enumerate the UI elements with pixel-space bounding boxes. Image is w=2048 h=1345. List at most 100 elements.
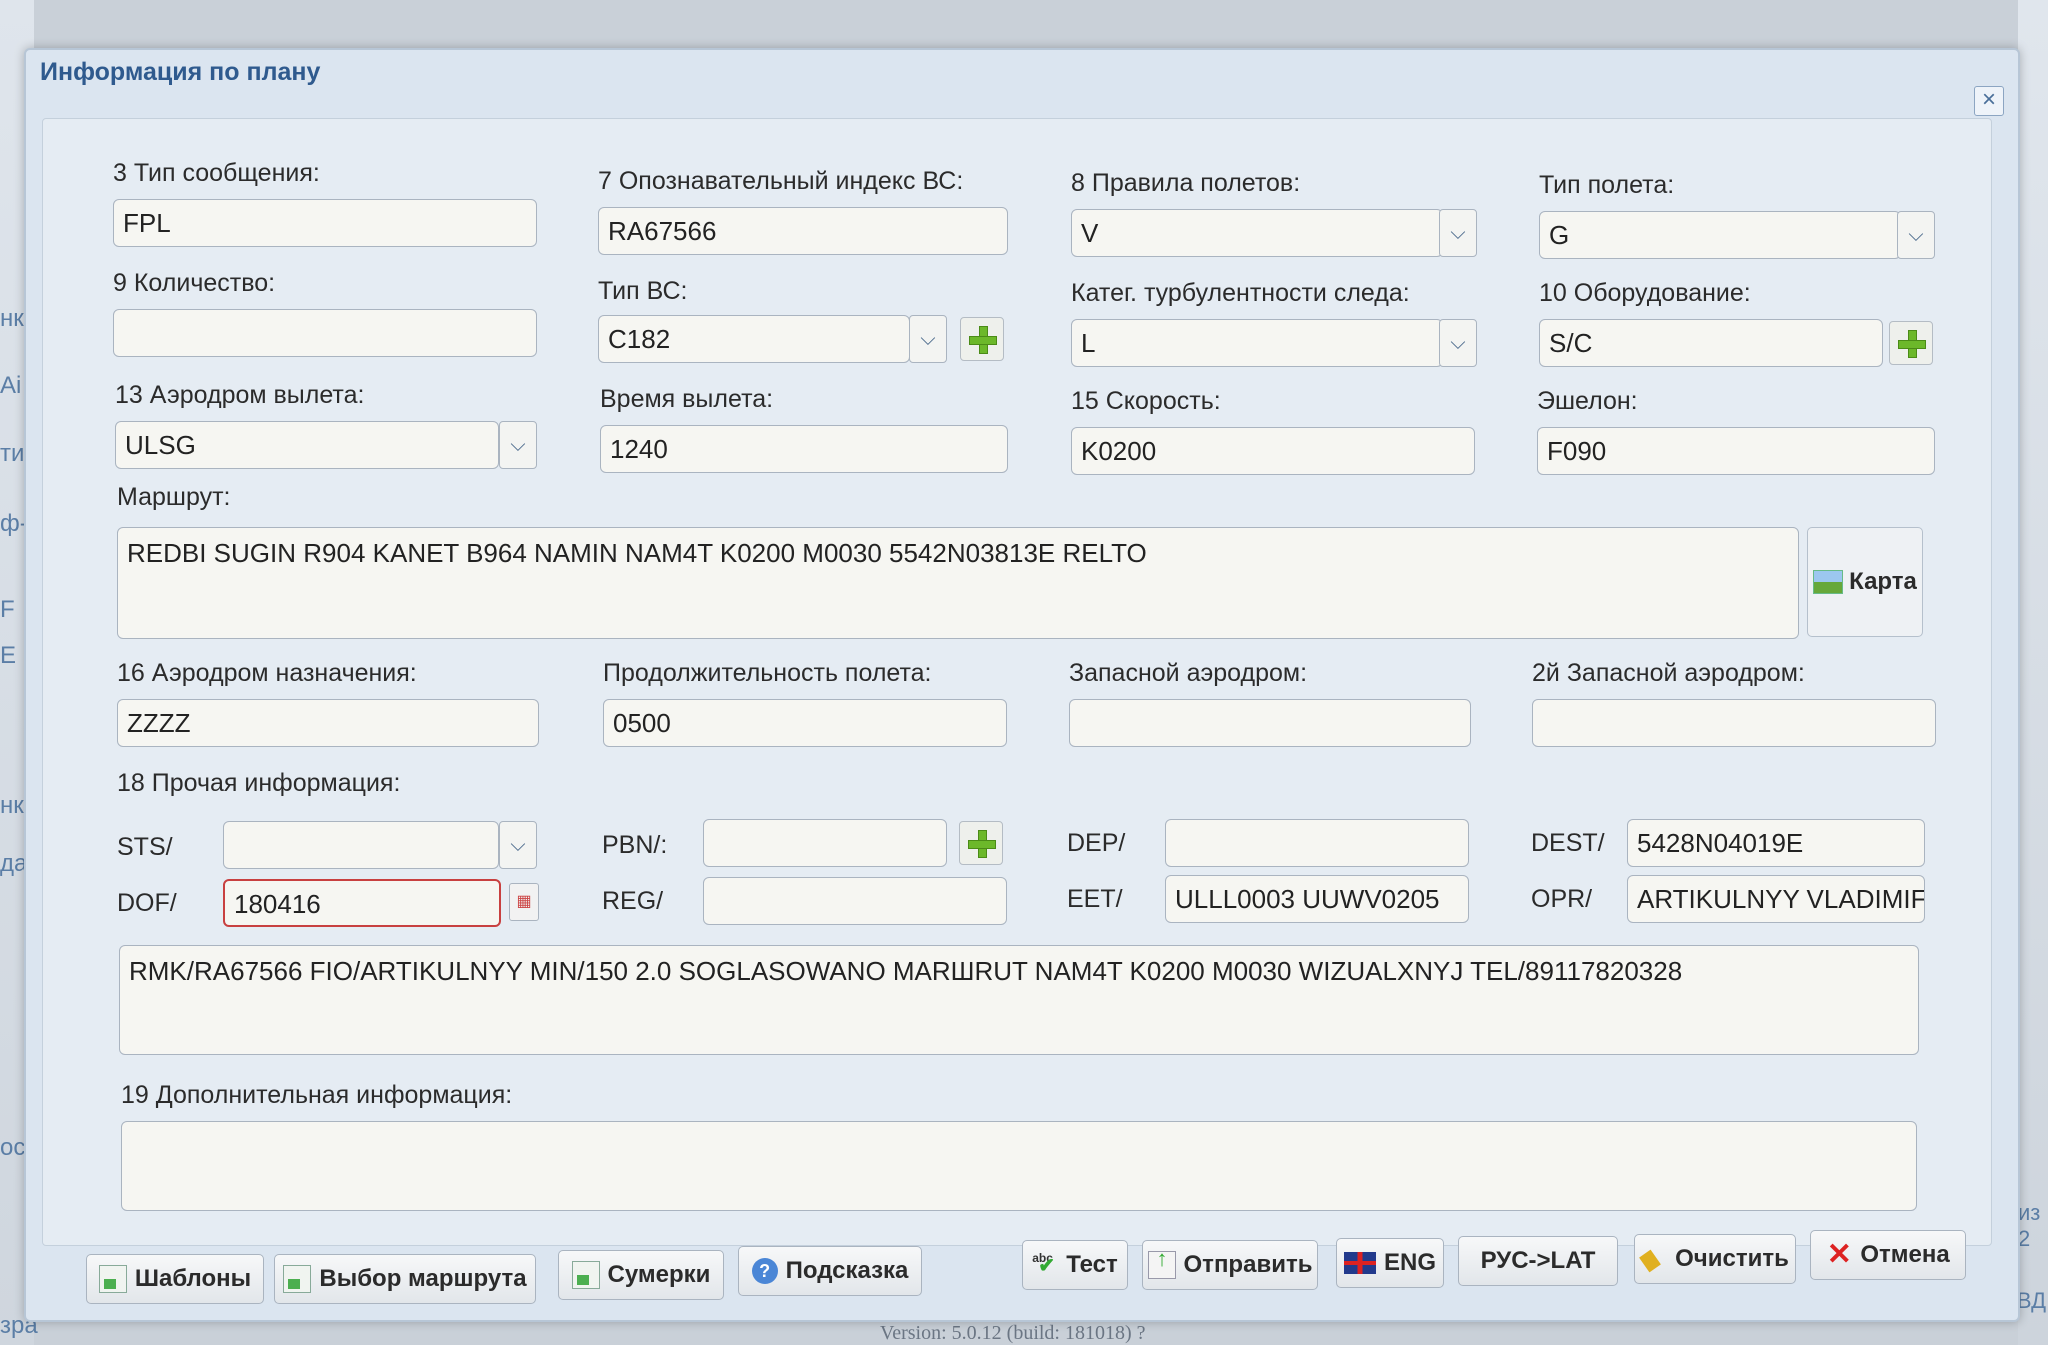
calendar-icon[interactable]: ▦ xyxy=(509,883,539,921)
rus-lat-button[interactable]: РУС->LAT xyxy=(1458,1236,1618,1286)
bg-fragment: E xyxy=(0,642,17,669)
dialog-title: Информация по плану xyxy=(40,58,321,86)
chevron-down-icon[interactable]: ⌵ xyxy=(1897,211,1935,259)
flight-type-select[interactable]: G xyxy=(1539,211,1901,259)
alt-aerodrome-label: Запасной аэродром: xyxy=(1069,659,1308,687)
chevron-down-icon[interactable]: ⌵ xyxy=(499,821,537,869)
count-label: 9 Количество: xyxy=(113,269,276,297)
templates-button[interactable]: Шаблоны xyxy=(86,1254,264,1304)
send-button-label: Отправить xyxy=(1183,1251,1313,1278)
map-button-label: Карта xyxy=(1849,568,1917,595)
dep-time-label: Время вылета: xyxy=(600,385,774,413)
add-aircraft-type-button[interactable] xyxy=(960,317,1004,361)
test-button[interactable]: abc Тест xyxy=(1022,1240,1128,1290)
callsign-field[interactable]: RA67566 xyxy=(598,207,1008,255)
chevron-down-icon[interactable]: ⌵ xyxy=(909,315,947,363)
duration-field[interactable]: 0500 xyxy=(603,699,1007,747)
rmk-textarea[interactable]: RMK/RA67566 FIO/ARTIKULNYY MIN/150 2.0 S… xyxy=(119,945,1919,1055)
eet-label: EET/ xyxy=(1067,885,1123,913)
reg-field[interactable] xyxy=(703,877,1007,925)
template-icon xyxy=(98,1265,127,1293)
dest-field[interactable]: 5428N04019E xyxy=(1627,819,1925,867)
map-icon xyxy=(1813,570,1844,594)
pbn-field[interactable] xyxy=(703,819,947,867)
add-equipment-button[interactable] xyxy=(1889,321,1933,365)
cancel-button-label: Отмена xyxy=(1860,1241,1950,1268)
test-button-label: Тест xyxy=(1066,1251,1118,1278)
spellcheck-icon: abc xyxy=(1032,1252,1058,1278)
dep-aerodrome-select[interactable]: ULSG xyxy=(115,421,499,469)
opr-field[interactable]: ARTIKULNYY VLADIMIF xyxy=(1627,875,1925,923)
eet-field[interactable]: ULLL0003 UUWV0205 xyxy=(1165,875,1469,923)
aircraft-type-select[interactable]: C182 xyxy=(598,315,910,363)
reg-label: REG/ xyxy=(602,887,664,915)
dep-field[interactable] xyxy=(1165,819,1469,867)
version-label: Version: 5.0.12 (build: 181018) ? xyxy=(880,1322,1146,1344)
send-icon xyxy=(1147,1246,1176,1279)
uk-flag-icon xyxy=(1343,1252,1376,1274)
msg-type-field[interactable]: FPL xyxy=(113,199,537,247)
bg-fragment: ти xyxy=(0,440,25,467)
twilight-button-label: Сумерки xyxy=(607,1261,711,1288)
route-textarea[interactable]: REDBI SUGIN R904 KANET B964 NAMIN NAM4T … xyxy=(117,527,1799,639)
dest-aerodrome-label: 16 Аэродром назначения: xyxy=(117,659,417,687)
alt-aerodrome-field[interactable] xyxy=(1069,699,1471,747)
eng-button[interactable]: ENG xyxy=(1336,1238,1444,1288)
speed-label: 15 Скорость: xyxy=(1071,387,1221,415)
broom-icon xyxy=(1641,1246,1667,1272)
duration-label: Продолжительность полета: xyxy=(603,659,932,687)
hint-button[interactable]: ? Подсказка xyxy=(738,1246,922,1296)
twilight-button[interactable]: Сумерки xyxy=(558,1250,724,1300)
close-icon[interactable]: × xyxy=(1974,86,2004,116)
templates-button-label: Шаблоны xyxy=(134,1265,252,1292)
sts-select[interactable] xyxy=(223,821,499,869)
bg-fragment: нк xyxy=(0,792,24,819)
other-info-label: 18 Прочая информация: xyxy=(117,769,401,797)
msg-type-label: 3 Тип сообщения: xyxy=(113,159,320,187)
twilight-icon xyxy=(571,1261,600,1289)
route-icon xyxy=(283,1265,312,1293)
close-icon: ✕ xyxy=(1826,1238,1852,1271)
sts-label: STS/ xyxy=(117,833,173,861)
wake-cat-label: Катег. турбулентности следа: xyxy=(1071,279,1410,307)
extra-info-textarea[interactable] xyxy=(121,1121,1917,1211)
bg-fragment: нк xyxy=(0,305,24,332)
chevron-down-icon[interactable]: ⌵ xyxy=(499,421,537,469)
route-select-button-label: Выбор маршрута xyxy=(319,1265,527,1292)
hint-button-label: Подсказка xyxy=(785,1257,909,1284)
map-button[interactable]: Карта xyxy=(1807,527,1923,637)
level-label: Эшелон: xyxy=(1537,387,1638,415)
alt2-aerodrome-field[interactable] xyxy=(1532,699,1936,747)
dest-label: DEST/ xyxy=(1531,829,1605,857)
chevron-down-icon[interactable]: ⌵ xyxy=(1439,209,1477,257)
bg-fragment: из 2 xyxy=(2018,1200,2041,1251)
level-field[interactable]: F090 xyxy=(1537,427,1935,475)
alt2-aerodrome-label: 2й Запасной аэродром: xyxy=(1532,659,1805,687)
dof-label: DOF/ xyxy=(117,889,177,917)
dest-aerodrome-field[interactable]: ZZZZ xyxy=(117,699,539,747)
dep-aerodrome-label: 13 Аэродром вылета: xyxy=(115,381,365,409)
chevron-down-icon[interactable]: ⌵ xyxy=(1439,319,1477,367)
opr-label: OPR/ xyxy=(1531,885,1593,913)
flight-type-label: Тип полета: xyxy=(1539,171,1675,199)
callsign-label: 7 Опознавательный индекс ВС: xyxy=(598,167,964,195)
dof-field[interactable]: 180416 xyxy=(223,879,501,927)
route-select-button[interactable]: Выбор маршрута xyxy=(274,1254,536,1304)
help-icon: ? xyxy=(751,1258,778,1284)
equipment-field[interactable]: S/C xyxy=(1539,319,1883,367)
bg-fragment: F xyxy=(0,596,15,623)
pbn-label: PBN/: xyxy=(602,831,668,859)
dep-time-field[interactable]: 1240 xyxy=(600,425,1008,473)
flight-rules-select[interactable]: V xyxy=(1071,209,1443,257)
clear-button[interactable]: Очистить xyxy=(1634,1234,1796,1284)
add-pbn-button[interactable] xyxy=(959,821,1003,865)
rus-lat-button-label: РУС->LAT xyxy=(1480,1247,1596,1274)
flight-rules-label: 8 Правила полетов: xyxy=(1071,169,1301,197)
wake-cat-select[interactable]: L xyxy=(1071,319,1443,367)
count-field[interactable] xyxy=(113,309,537,357)
clear-button-label: Очистить xyxy=(1675,1245,1789,1272)
send-button[interactable]: Отправить xyxy=(1142,1240,1318,1290)
route-label: Маршрут: xyxy=(117,483,231,511)
cancel-button[interactable]: ✕ Отмена xyxy=(1810,1230,1966,1280)
speed-field[interactable]: K0200 xyxy=(1071,427,1475,475)
